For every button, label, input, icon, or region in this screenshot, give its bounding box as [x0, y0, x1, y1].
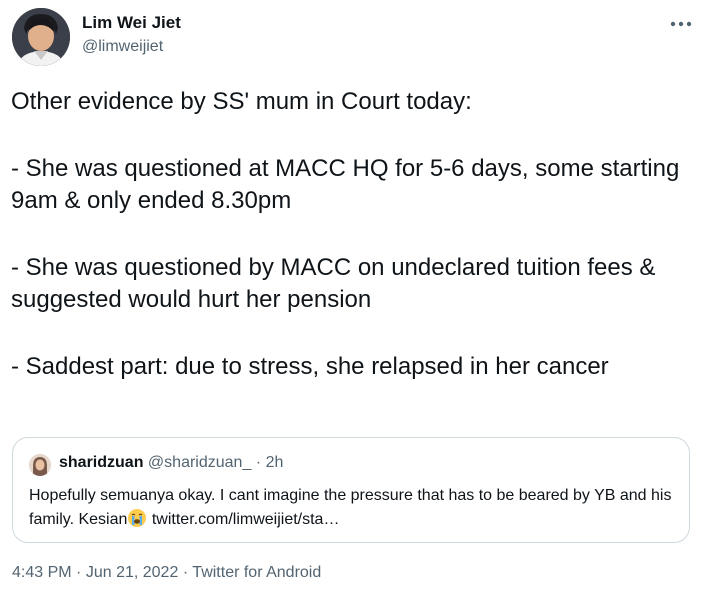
tweet-text: Other evidence by SS' mum in Court today… [11, 86, 695, 383]
author-avatar[interactable] [12, 8, 70, 66]
quoted-author-name[interactable]: sharidzuan [59, 454, 143, 471]
author-name[interactable]: Lim Wei Jiet [82, 13, 181, 33]
tweet-line: - She was questioned by MACC on undeclar… [11, 253, 656, 314]
quoted-text: Hopefully semuanya okay. I cant imagine … [29, 487, 672, 528]
loudly-crying-face-icon [127, 508, 147, 528]
meta-separator: · [182, 564, 189, 581]
quoted-tweet-card[interactable]: sharidzuan @sharidzuan_ · 2h Hopefully s… [12, 437, 690, 543]
more-options-button[interactable] [670, 10, 692, 33]
meta-separator: · [76, 564, 82, 581]
quoted-separator: · [255, 454, 262, 471]
tweet-date[interactable]: Jun 21, 2022 [86, 564, 179, 581]
quoted-author-handle[interactable]: @sharidzuan_ [148, 454, 251, 471]
tweet-line: - Saddest part: due to stress, she relap… [11, 352, 609, 380]
author-handle[interactable]: @limweijiet [82, 38, 163, 56]
avatar-photo [12, 8, 70, 66]
quoted-timestamp[interactable]: 2h [266, 454, 284, 471]
quoted-tweet-link[interactable]: twitter.com/limweijiet/sta… [152, 511, 340, 528]
quoted-author-avatar[interactable] [29, 454, 51, 476]
tweet-metadata: 4:43 PM · Jun 21, 2022 · Twitter for And… [12, 564, 321, 582]
quoted-avatar-photo [29, 454, 51, 476]
tweet-time[interactable]: 4:43 PM [12, 564, 72, 581]
quoted-tweet-header: sharidzuan @sharidzuan_ · 2h [59, 454, 283, 472]
more-horizontal-icon [670, 21, 692, 27]
tweet-source[interactable]: Twitter for Android [192, 564, 321, 581]
tweet-line: - She was questioned at MACC HQ for 5-6 … [11, 154, 680, 215]
tweet-line: Other evidence by SS' mum in Court today… [11, 88, 472, 115]
quoted-tweet-text: Hopefully semuanya okay. I cant imagine … [29, 484, 679, 532]
